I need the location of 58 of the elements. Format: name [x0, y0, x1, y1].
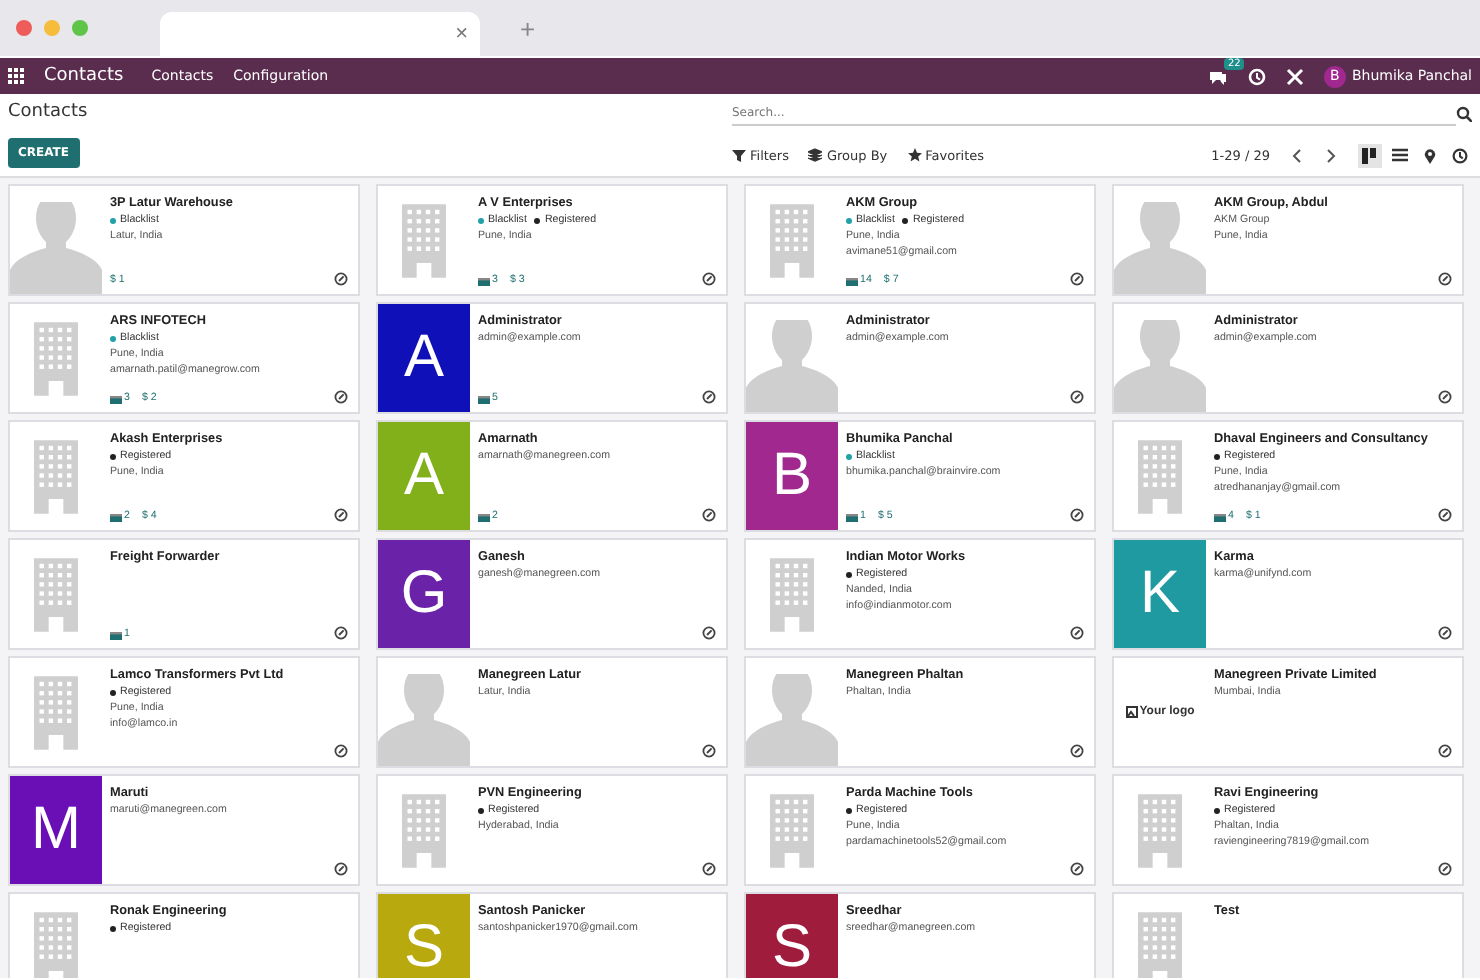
list-view-icon — [1392, 147, 1408, 163]
clock-icon[interactable] — [1247, 67, 1266, 85]
calendar-icon[interactable] — [1214, 511, 1226, 521]
chat-icon[interactable] — [1207, 67, 1228, 85]
view-switch-button[interactable] — [1448, 143, 1472, 167]
building-icon — [402, 793, 446, 867]
building-icon — [1138, 439, 1182, 513]
clock-icon — [1452, 147, 1468, 163]
app-title[interactable]: Contacts — [44, 66, 124, 86]
calendar-icon[interactable] — [478, 393, 490, 403]
calendar-icon[interactable] — [110, 629, 122, 639]
avatar-initial: G — [378, 540, 470, 648]
map-pin-icon — [1422, 147, 1438, 163]
calendar-icon[interactable] — [478, 511, 490, 521]
window-control-dot[interactable] — [44, 20, 60, 36]
star-icon — [907, 148, 922, 162]
avatar-initial: S — [378, 894, 470, 978]
building-icon — [770, 557, 814, 631]
layers-icon — [808, 148, 823, 162]
view-switch-button[interactable] — [1358, 143, 1382, 167]
building-icon — [34, 675, 78, 749]
calendar-icon[interactable] — [846, 275, 858, 285]
calendar-icon[interactable] — [110, 511, 122, 521]
tab-close-button[interactable]: × — [455, 22, 468, 46]
building-icon — [770, 203, 814, 277]
next-icon[interactable] — [1324, 147, 1338, 163]
avatar-initial: M — [10, 776, 102, 884]
person-silhouette-icon — [378, 674, 470, 766]
avatar-initial: A — [378, 422, 470, 530]
person-silhouette-icon — [1114, 202, 1206, 294]
window-control-dot[interactable] — [16, 20, 32, 36]
calendar-icon[interactable] — [846, 511, 858, 521]
building-icon — [34, 439, 78, 513]
building-icon — [770, 793, 814, 867]
person-silhouette-icon — [746, 320, 838, 412]
apps-grid-icon[interactable] — [8, 68, 24, 84]
person-silhouette-icon — [1114, 320, 1206, 412]
building-icon — [402, 203, 446, 277]
filter-icon — [732, 148, 746, 162]
window-control-dot[interactable] — [72, 20, 88, 36]
view-switch-button[interactable] — [1388, 143, 1412, 167]
avatar-initial: S — [746, 894, 838, 978]
building-icon — [1138, 793, 1182, 867]
building-icon — [34, 321, 78, 395]
previous-icon[interactable] — [1290, 147, 1304, 163]
avatar-initial: B — [746, 422, 838, 530]
calendar-icon[interactable] — [110, 393, 122, 403]
person-silhouette-icon — [746, 674, 838, 766]
kanban-view-icon — [1362, 147, 1378, 163]
image-icon — [1125, 706, 1138, 718]
person-silhouette-icon — [10, 202, 102, 294]
browser-tab[interactable]: × — [160, 12, 480, 56]
breadcrumb: Contacts — [8, 102, 90, 122]
building-icon — [34, 557, 78, 631]
avatar-initial: A — [378, 304, 470, 412]
calendar-icon[interactable] — [478, 275, 490, 285]
avatar-initial: K — [1114, 540, 1206, 648]
search-icon — [1456, 106, 1472, 122]
